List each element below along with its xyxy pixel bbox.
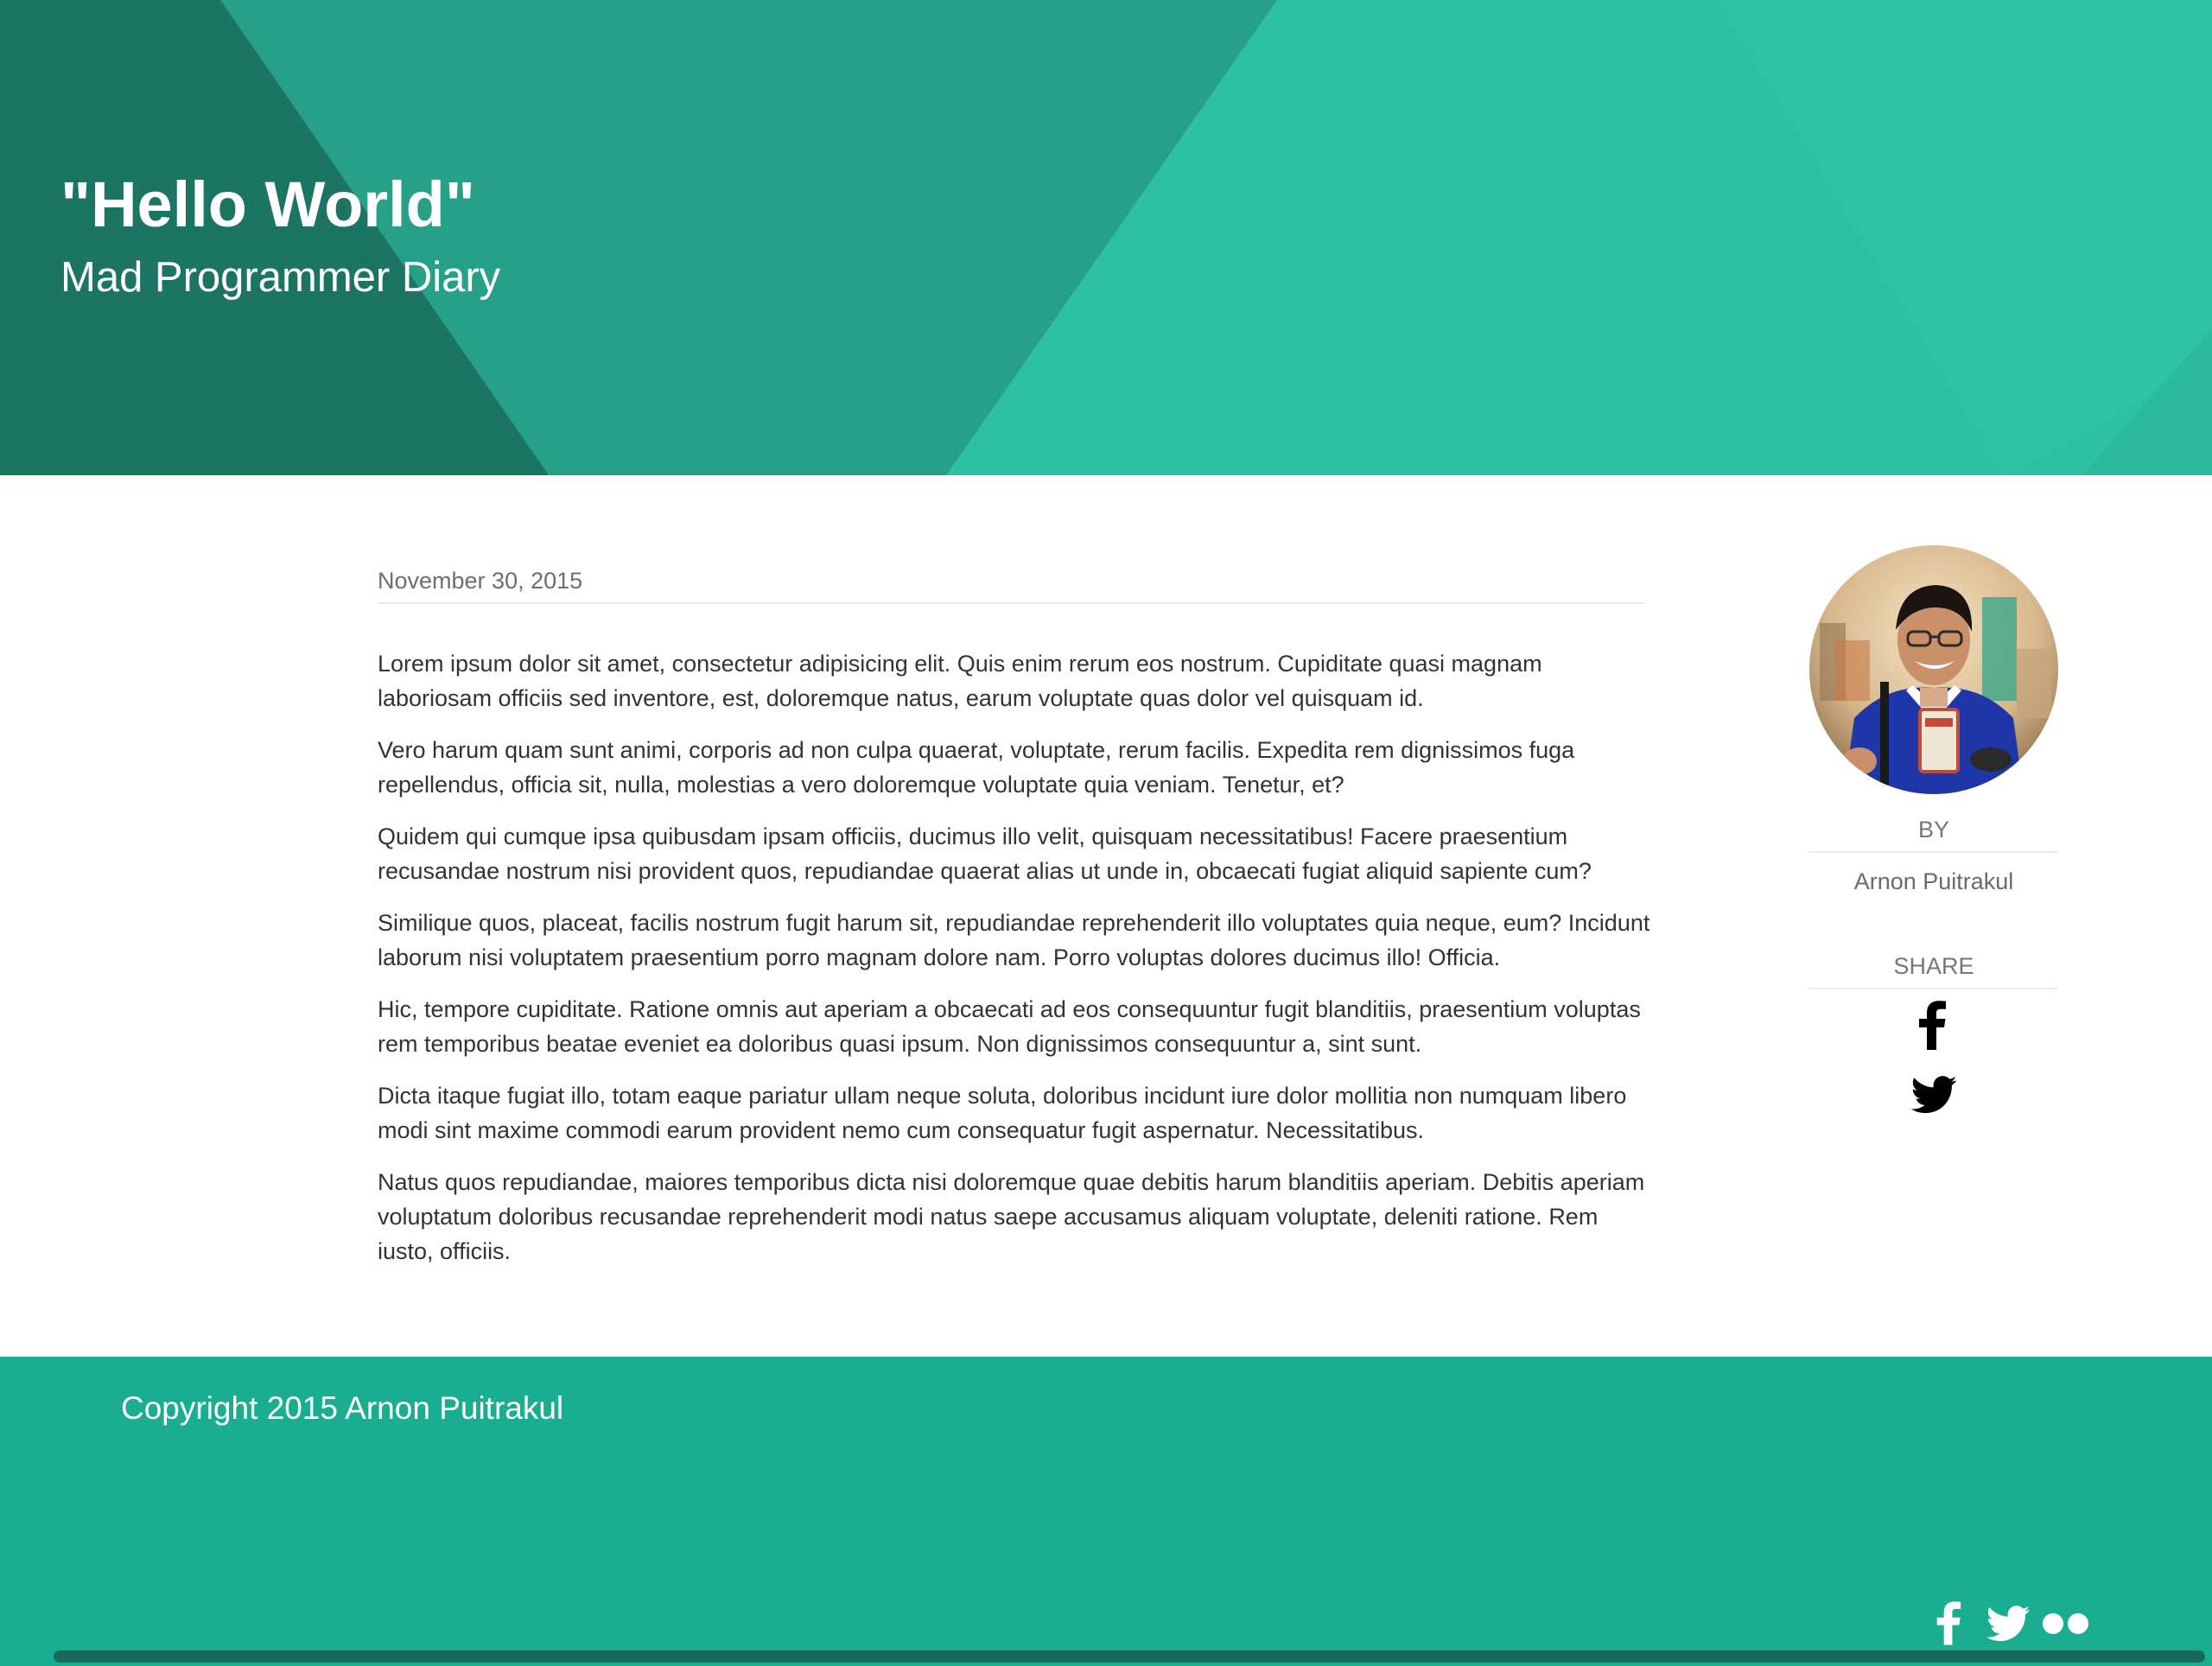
site-header: "Hello World" Mad Programmer Diary <box>0 0 2212 475</box>
facebook-icon <box>1919 1001 1946 1050</box>
twitter-icon <box>1910 1076 1957 1114</box>
post-paragraph: Vero harum quam sunt animi, corporis ad … <box>378 737 1575 798</box>
post-paragraph: Quidem qui cumque ipsa quibusdam ipsam o… <box>378 823 1592 884</box>
author-name: Arnon Puitrakul <box>1853 868 2014 894</box>
twitter-icon <box>1986 1606 2031 1642</box>
post-paragraph: Natus quos repudiandae, maiores temporib… <box>378 1169 1645 1264</box>
post-paragraph: Lorem ipsum dolor sit amet, consectetur … <box>378 651 1542 711</box>
post-paragraph: Dicta itaque fugiat illo, totam eaque pa… <box>378 1083 1627 1143</box>
author-avatar <box>1809 545 2058 794</box>
footer-twitter-link[interactable] <box>1986 1606 2031 1646</box>
site-subtitle: Mad Programmer Diary <box>60 254 501 301</box>
site-title: "Hello World" <box>60 169 475 240</box>
post-paragraph: Similique quos, placeat, facilis nostrum… <box>378 910 1650 970</box>
post-paragraph: Hic, tempore cupiditate. Ratione omnis a… <box>378 996 1641 1057</box>
flickr-icon <box>2043 1613 2088 1634</box>
copyright-text: Copyright 2015 Arnon Puitrakul <box>121 1390 564 1426</box>
divider <box>378 602 1645 604</box>
post-date: November 30, 2015 <box>378 568 583 594</box>
divider <box>1809 988 2058 989</box>
share-label: SHARE <box>1893 953 1974 979</box>
facebook-icon <box>1936 1601 1961 1645</box>
footer-flickr-link[interactable] <box>2041 1611 2091 1641</box>
divider <box>1809 851 2058 853</box>
share-twitter-button[interactable] <box>1910 1076 1957 1118</box>
footer-facebook-link[interactable] <box>1936 1599 1961 1651</box>
by-label: BY <box>1917 817 1950 843</box>
footer-scrollbar[interactable] <box>54 1650 2205 1663</box>
post-body: Lorem ipsum dolor sit amet, consectetur … <box>378 646 1656 1286</box>
share-facebook-button[interactable] <box>1917 1000 1947 1054</box>
